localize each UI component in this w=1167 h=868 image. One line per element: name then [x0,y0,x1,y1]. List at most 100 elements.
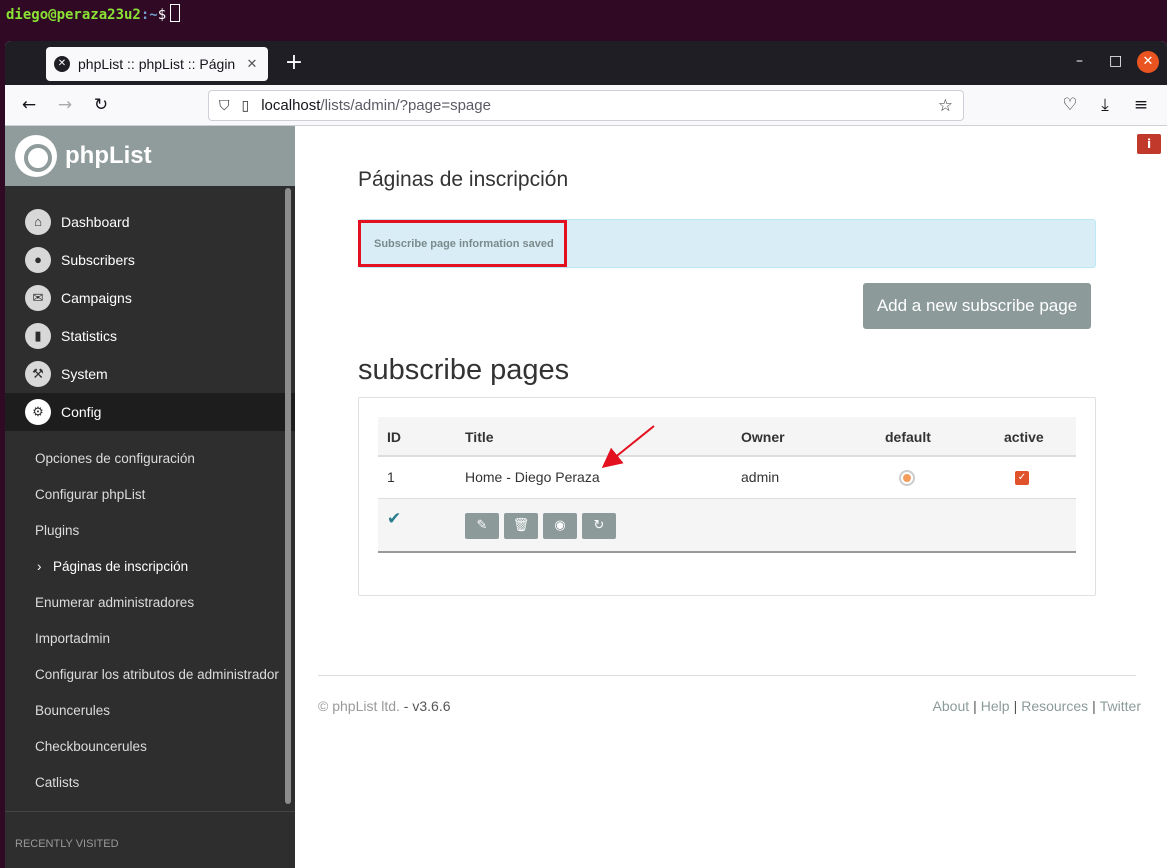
submenu-item-paginas-inscripcion[interactable]: › Páginas de inscripción [5,549,295,585]
edit-icon: ✎ [476,518,488,533]
terminal-prompt: diego@peraza23u2:~$ [0,0,1167,42]
column-header-title: Title [465,429,494,445]
terminal-path: :~ [140,7,158,23]
config-submenu: Opciones de configuración Configurar php… [5,431,295,801]
submenu-item-importadmin[interactable]: Importadmin [5,621,295,657]
subscribe-pages-table: ID Title Owner default active 1 Home - D… [378,417,1076,553]
submenu-item-bouncerules[interactable]: Bouncerules [5,693,295,729]
url-host: localhost [261,97,321,114]
pocket-icon[interactable]: ♡ [1058,93,1082,117]
cell-owner: admin [741,469,780,485]
sidebar-item-label: Subscribers [61,252,135,268]
home-icon: ⌂ [25,209,51,235]
user-icon: ● [25,247,51,273]
sidebar-item-statistics[interactable]: ▮ Statistics [5,317,295,355]
forward-icon[interactable]: → [53,93,77,117]
submenu-item-plugins[interactable]: Plugins [5,513,295,549]
phplist-favicon-icon: ✕ [54,56,70,72]
default-radio[interactable] [899,470,915,486]
submenu-item-configurar-phplist[interactable]: Configurar phpList [5,477,295,513]
column-header-owner: Owner [741,429,785,445]
chevron-right-icon: › [37,559,42,574]
footer-copyright: © phpList ltd. - v3.6.6 [318,698,451,714]
submenu-item-label: Páginas de inscripción [53,559,189,574]
tab-close-icon[interactable]: ✕ [244,56,260,72]
info-icon[interactable]: i [1137,134,1161,154]
menu-icon[interactable]: ≡ [1129,93,1153,117]
checkmark-icon: ✔ [387,509,402,529]
submenu-item-catlists[interactable]: Catlists [5,765,295,801]
page-icon: ▯ [241,97,250,113]
trash-icon: 🗑 [512,518,530,533]
shield-icon[interactable]: ⛉ [219,97,230,114]
edit-button[interactable]: ✎ [465,513,499,539]
reload-icon[interactable]: ↻ [89,93,113,117]
sidebar-item-label: System [61,366,108,382]
refresh-icon: ↻ [593,518,605,533]
browser-window: ✕ phpList :: phpList :: Págin ✕ + – □ ✕ … [5,41,1167,868]
main-content: i Páginas de inscripción Subscribe page … [295,126,1167,868]
refresh-button[interactable]: ↻ [582,513,616,539]
tab-title: phpList :: phpList :: Págin [78,56,236,72]
maximize-icon[interactable]: □ [1109,53,1122,69]
column-header-default: default [885,429,931,445]
submenu-item-opciones[interactable]: Opciones de configuración [5,441,295,477]
version-text: - v3.6.6 [399,698,451,714]
bar-chart-icon: ▮ [25,323,51,349]
submenu-item-atributos-admin[interactable]: Configurar los atributos de administrado… [5,657,295,693]
phplist-page: phpList ⌂ Dashboard ● Subscribers ✉ Campaig… [5,126,1167,868]
sidebar-item-system[interactable]: ⚒ System [5,355,295,393]
sidebar-item-subscribers[interactable]: ● Subscribers [5,241,295,279]
new-tab-button[interactable]: + [281,50,307,75]
sidebar-item-config[interactable]: ⚙ Config [5,393,295,431]
sidebar: phpList ⌂ Dashboard ● Subscribers ✉ Campaig… [5,126,295,868]
bookmark-star-icon[interactable]: ☆ [938,96,953,116]
submenu-item-checkbouncerules[interactable]: Checkbouncerules [5,729,295,765]
terminal-user-host: diego@peraza23u2 [6,7,141,23]
tab-bar: ✕ phpList :: phpList :: Págin ✕ + – □ ✕ [5,41,1167,85]
footer-link-resources[interactable]: Resources [1021,698,1088,714]
add-subscribe-page-button[interactable]: Add a new subscribe page [863,283,1091,329]
back-icon[interactable]: ← [17,93,41,117]
column-header-active: active [1004,429,1044,445]
url-bar[interactable]: ⛉ ▯ localhost/lists/admin/?page=spage ☆ [208,90,964,121]
sidebar-item-label: Statistics [61,328,118,344]
phplist-logo-icon [15,135,57,177]
column-header-id: ID [387,429,401,445]
table-row: 1 Home - Diego Peraza admin ✓ [378,457,1076,499]
phplist-logo[interactable]: phpList [5,126,295,186]
sidebar-item-label: Dashboard [61,214,130,230]
cell-id: 1 [387,469,395,485]
sidebar-item-campaigns[interactable]: ✉ Campaigns [5,279,295,317]
footer-link-twitter[interactable]: Twitter [1100,698,1141,714]
window-close-icon[interactable]: ✕ [1137,51,1159,73]
copyright-link[interactable]: © phpList ltd. [318,698,400,714]
sidebar-scrollbar[interactable] [285,188,291,804]
downloads-icon[interactable]: ⤓ [1093,93,1117,117]
page-title: Páginas de inscripción [358,168,569,191]
footer-link-help[interactable]: Help [981,698,1010,714]
browser-tab[interactable]: ✕ phpList :: phpList :: Págin ✕ [46,47,268,81]
sidebar-item-label: Campaigns [61,290,132,306]
gear-icon: ⚙ [25,399,51,425]
footer-links: About | Help | Resources | Twitter [932,698,1141,714]
terminal-cursor [170,4,181,22]
section-title: subscribe pages [358,354,570,386]
terminal-prompt-symbol: $ [157,7,167,23]
logo-text: phpList [65,142,152,169]
url-path: /lists/admin/?page=spage [320,97,491,114]
footer-divider [318,675,1136,676]
minimize-icon[interactable]: – [1076,53,1083,69]
delete-button[interactable]: 🗑 [504,513,538,539]
submenu-item-enumerar-admins[interactable]: Enumerar administradores [5,585,295,621]
navigation-bar: ← → ↻ ⛉ ▯ localhost/lists/admin/?page=sp… [5,85,1167,126]
subscribe-pages-panel: ID Title Owner default active 1 Home - D… [358,397,1096,596]
sidebar-item-dashboard[interactable]: ⌂ Dashboard [5,203,295,241]
envelope-icon: ✉ [25,285,51,311]
eye-icon: ◉ [554,518,566,533]
view-button[interactable]: ◉ [543,513,577,539]
footer-link-about[interactable]: About [933,698,970,714]
active-checkbox[interactable]: ✓ [1015,471,1029,485]
sidebar-item-label: Config [61,404,102,420]
table-header: ID Title Owner default active [378,417,1076,457]
